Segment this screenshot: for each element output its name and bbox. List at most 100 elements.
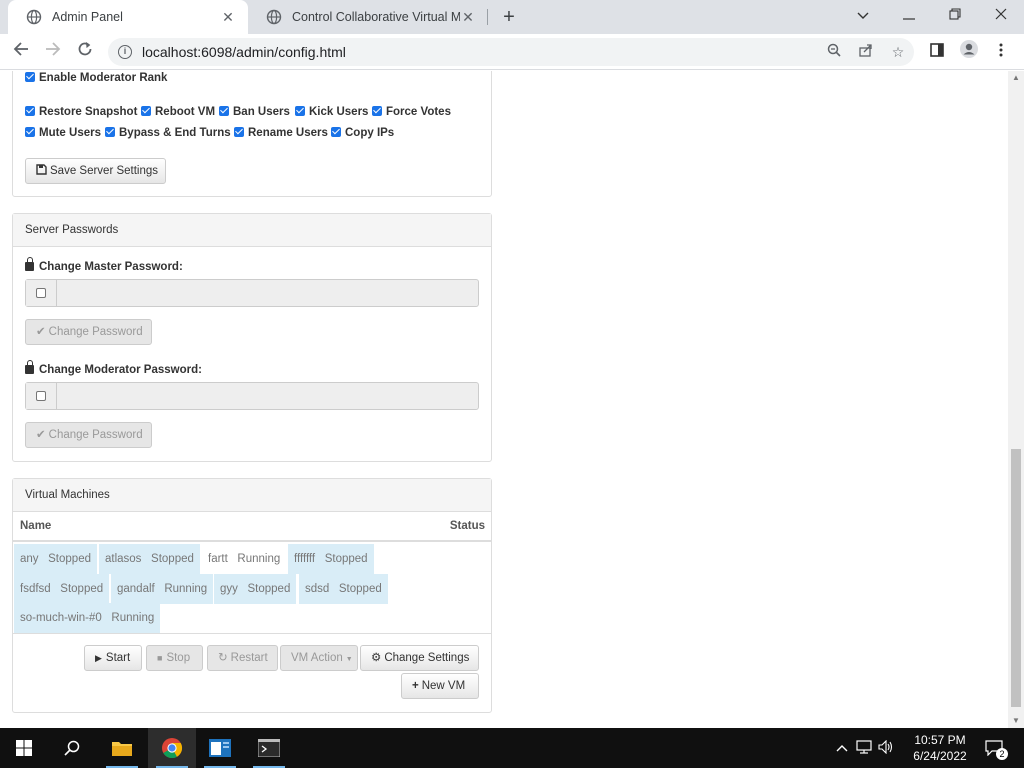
chrome-icon (162, 738, 183, 759)
start-button[interactable] (0, 728, 48, 768)
server-settings-panel: Enable Moderator Rank Restore Snapshot R… (12, 71, 492, 197)
new-tab-button[interactable]: + (496, 4, 522, 30)
scroll-down-arrow[interactable]: ▼ (1008, 714, 1024, 728)
vm-item-so-much-win-0[interactable]: so-much-win-#0 Running (14, 603, 161, 633)
perm-reboot-vm[interactable]: Reboot VM (141, 106, 215, 118)
perm-restore-snapshot[interactable]: Restore Snapshot (25, 106, 137, 118)
save-server-settings-button[interactable]: Save Server Settings (25, 158, 166, 184)
tab-search-button[interactable] (840, 0, 886, 30)
checkbox-checked-icon[interactable] (372, 106, 382, 116)
vm-item-fsdfsd[interactable]: fsdfsd Stopped (14, 574, 110, 604)
perm-force-votes[interactable]: Force Votes (372, 106, 451, 118)
checkbox-checked-icon[interactable] (234, 127, 244, 137)
notifications-button[interactable]: 2 (982, 728, 1008, 768)
close-window-button[interactable] (978, 0, 1024, 30)
clock-time: 10:57 PM (914, 733, 966, 747)
moderator-password-label: Change Moderator Password: (25, 360, 202, 376)
side-panel-icon[interactable] (924, 39, 950, 65)
stop-vm-button[interactable]: ■ Stop (146, 645, 203, 671)
perm-mute-users[interactable]: Mute Users (25, 127, 101, 139)
perm-copy-ips[interactable]: Copy IPs (331, 127, 394, 139)
enable-moderator-checkbox[interactable]: Enable Moderator Rank (25, 72, 167, 84)
moderator-password-toggle[interactable] (26, 383, 57, 409)
zoom-icon[interactable] (824, 42, 844, 62)
globe-icon (26, 9, 42, 25)
clock[interactable]: 10:57 PM 6/24/2022 (908, 728, 972, 768)
panel-heading: Server Passwords (13, 214, 491, 247)
virtual-machines-panel: Virtual Machines Name Status any Stopped… (12, 478, 492, 713)
server-passwords-panel: Server Passwords Change Master Password:… (12, 213, 492, 462)
info-icon[interactable]: i (118, 45, 132, 59)
volume-icon[interactable] (878, 739, 894, 757)
vm-item-atlasos[interactable]: atlasos Stopped (99, 544, 200, 574)
checkbox-checked-icon[interactable] (25, 72, 35, 82)
vm-action-dropdown[interactable]: VM Action ▼ (280, 645, 358, 671)
restart-vm-button[interactable]: ↻ Restart (207, 645, 278, 671)
checkbox-checked-icon[interactable] (295, 106, 305, 116)
checkbox-checked-icon[interactable] (25, 106, 35, 116)
master-password-label: Change Master Password: (25, 257, 183, 273)
close-icon[interactable]: ✕ (460, 9, 476, 26)
start-vm-button[interactable]: ▶ Start (84, 645, 142, 671)
checkmark-icon: ✔ (36, 326, 46, 338)
master-password-field[interactable] (25, 279, 479, 307)
share-icon[interactable] (856, 42, 876, 62)
vm-item-fartt[interactable]: fartt Running (202, 544, 287, 574)
new-vm-button[interactable]: + New VM (401, 673, 479, 699)
globe-icon (266, 9, 282, 25)
master-password-toggle[interactable] (26, 280, 57, 306)
terminal-icon (258, 739, 280, 757)
menu-kebab-icon[interactable] (988, 39, 1014, 65)
tab-admin-panel[interactable]: Admin Panel ✕ (8, 0, 248, 34)
address-bar[interactable]: i localhost:6098/admin/config.html ☆ (108, 38, 914, 66)
page-scrollbar[interactable]: ▲ ▼ (1008, 71, 1024, 728)
change-master-password-button[interactable]: ✔ Change Password (25, 319, 152, 345)
perm-ban-users[interactable]: Ban Users (219, 106, 290, 118)
moderator-password-field[interactable] (25, 382, 479, 410)
profile-avatar-icon[interactable] (956, 39, 982, 65)
network-icon[interactable] (856, 739, 872, 757)
vm-item-fffffff[interactable]: fffffff Stopped (288, 544, 374, 574)
refresh-icon: ↻ (218, 652, 228, 664)
search-button[interactable] (48, 728, 96, 768)
scrollbar-thumb[interactable] (1011, 449, 1021, 707)
tab-control-vm[interactable]: Control Collaborative Virtual Mac ✕ (248, 0, 488, 34)
forward-button[interactable] (40, 39, 66, 65)
folder-icon (112, 742, 132, 756)
save-icon (36, 164, 47, 175)
checkbox-unchecked-icon[interactable] (36, 391, 46, 401)
change-moderator-password-button[interactable]: ✔ Change Password (25, 422, 152, 448)
plus-icon: + (412, 680, 419, 692)
vm-item-sdsd[interactable]: sdsd Stopped (299, 574, 388, 604)
vm-item-gyy[interactable]: gyy Stopped (214, 574, 297, 604)
chevron-up-icon[interactable] (836, 741, 848, 755)
page-viewport: Enable Moderator Rank Restore Snapshot R… (0, 71, 1008, 728)
chrome-button[interactable] (148, 728, 196, 768)
app-button[interactable] (196, 728, 244, 768)
perm-rename-users[interactable]: Rename Users (234, 127, 328, 139)
clock-date: 6/24/2022 (913, 749, 967, 763)
vm-item-gandalf[interactable]: gandalf Running (111, 574, 214, 604)
checkbox-checked-icon[interactable] (141, 106, 151, 116)
reload-button[interactable] (72, 39, 98, 65)
windows-logo-icon (16, 740, 32, 756)
perm-bypass-end-turns[interactable]: Bypass & End Turns (105, 127, 231, 139)
restore-button[interactable] (932, 0, 978, 30)
terminal-button[interactable] (245, 728, 293, 768)
checkbox-checked-icon[interactable] (331, 127, 341, 137)
star-icon[interactable]: ☆ (888, 42, 908, 62)
lock-icon (25, 360, 34, 374)
checkbox-checked-icon[interactable] (25, 127, 35, 137)
change-settings-button[interactable]: ⚙ Change Settings (360, 645, 479, 671)
checkbox-checked-icon[interactable] (105, 127, 115, 137)
checkbox-checked-icon[interactable] (219, 106, 229, 116)
minimize-button[interactable] (886, 0, 932, 30)
perm-kick-users[interactable]: Kick Users (295, 106, 368, 118)
scroll-up-arrow[interactable]: ▲ (1008, 71, 1024, 85)
checkbox-unchecked-icon[interactable] (36, 288, 46, 298)
back-button[interactable] (8, 39, 34, 65)
search-icon (64, 740, 80, 756)
close-icon[interactable]: ✕ (220, 9, 236, 26)
file-explorer-button[interactable] (98, 728, 146, 768)
vm-item-any[interactable]: any Stopped (14, 544, 97, 574)
